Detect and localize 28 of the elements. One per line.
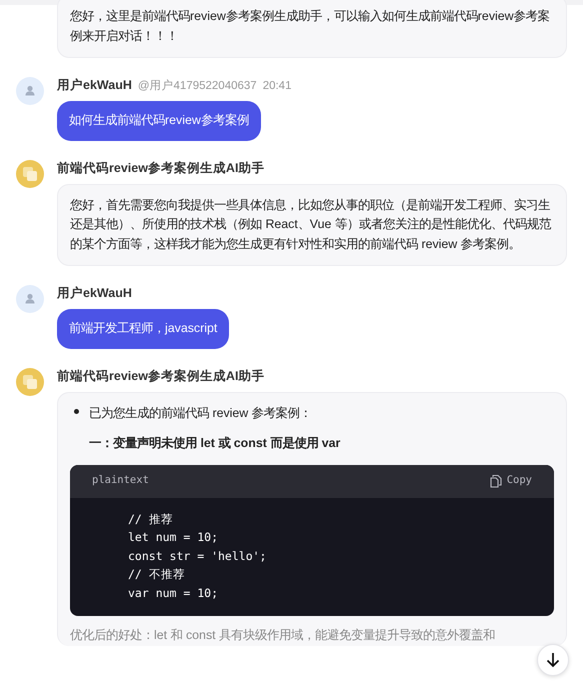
- assistant-avatar-icon: [16, 160, 44, 188]
- assistant-message: 您好，首先需要您向我提供一些具体信息，比如您从事的职位（是前端开发工程师、实习生还是其他）、所使用的技术栈（例如 React、Vue 等）或者您关注的是性能优化、代码规范的某个方面等，这样我才能为您生成更有针对性和实用的前端代码 review 参考案例。: [57, 184, 567, 266]
- code-line: const str = 'hello';: [128, 548, 268, 564]
- code-language: plaintext: [92, 473, 149, 488]
- assistant-avatar-icon: [16, 368, 44, 396]
- sender-name: 用户ekWauH: [57, 77, 132, 94]
- user-avatar-icon: [16, 285, 44, 313]
- code-line: var num = 10;: [128, 584, 220, 602]
- arrow-down-icon: [546, 652, 560, 668]
- user-avatar-icon: [16, 77, 44, 105]
- user-message: 前端开发工程师，javascript: [57, 309, 230, 348]
- copy-button[interactable]: Copy: [490, 471, 532, 491]
- bullet-icon: [74, 408, 79, 414]
- sender-name: 前端代码review参考案例生成AI助手: [57, 368, 264, 384]
- sender-name: 前端代码review参考案例生成AI助手: [57, 160, 264, 176]
- assistant-message: 您好，这里是前端代码review参考案例生成助手，可以输入如何生成前端代码review参考案例来开启对话！！！: [57, 0, 567, 58]
- section-heading: 一：变量声明未使用 let 或 const 而是使用 var: [89, 435, 342, 452]
- code-line: // 推荐: [128, 510, 174, 528]
- list-item-text: 已为您生成的前端代码 review 参考案例：: [89, 404, 312, 422]
- sender-name: 用户ekWauH: [57, 285, 132, 302]
- paragraph-text: 优化后的好处：let 和 const 具有块级作用域，能避免变量提升导致的意外覆盖和: [70, 627, 496, 644]
- code-line: // 不推荐: [128, 566, 186, 583]
- user-handle: @用户4179522040637: [138, 78, 257, 93]
- user-message: 如何生成前端代码review参考案例: [57, 101, 261, 140]
- copy-icon: [490, 474, 502, 488]
- scroll-down-button[interactable]: [537, 644, 569, 676]
- message-time: 20:41: [262, 80, 292, 92]
- code-line: let num = 10;: [128, 529, 220, 546]
